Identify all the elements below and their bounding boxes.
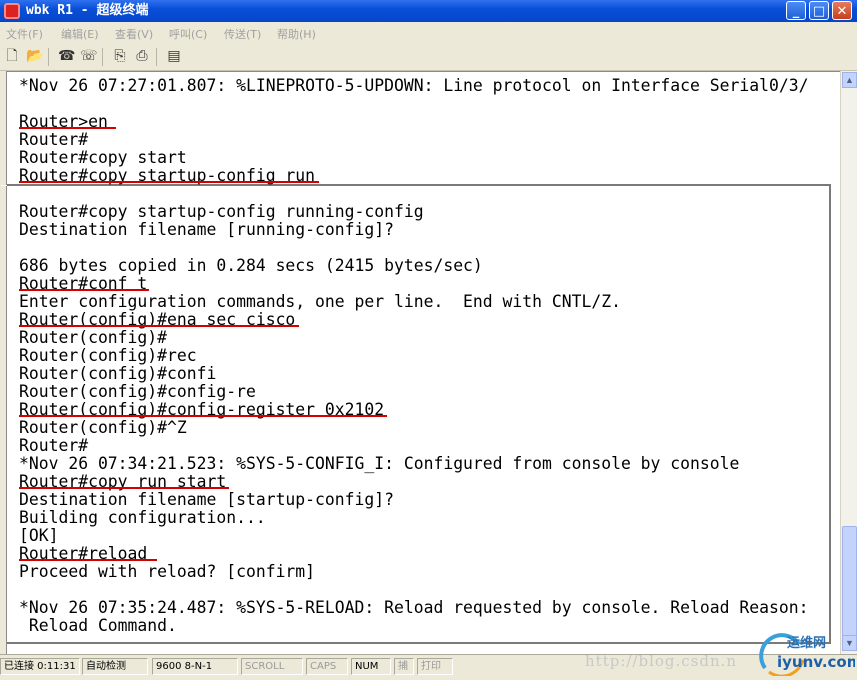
- terminal-window[interactable]: *Nov 26 07:27:01.807: %LINEPROTO-5-UPDOW…: [1, 71, 842, 655]
- status-scroll: SCROLL: [241, 658, 303, 675]
- terminal-line: Router(config)#config-re: [19, 382, 256, 401]
- annotation-underline: [19, 415, 387, 417]
- watermark-logo: 运维网 iyunv.com: [759, 633, 855, 676]
- terminal-line: *Nov 26 07:27:01.807: %LINEPROTO-5-UPDOW…: [19, 76, 809, 95]
- annotation-underline: [19, 487, 229, 489]
- menu-bar: 文件(F) 编辑(E) 查看(V) 呼叫(C) 传送(T) 帮助(H): [0, 22, 857, 44]
- terminal-line: Router(config)#: [19, 328, 168, 347]
- terminal-line: Destination filename [startup-config]?: [19, 490, 394, 509]
- close-button[interactable]: ✕: [832, 1, 852, 20]
- terminal-line: Destination filename [running-config]?: [19, 220, 394, 239]
- status-num: NUM: [351, 658, 391, 675]
- title-bar[interactable]: wbk R1 - 超级终端 _ □ ✕: [0, 0, 857, 22]
- terminal-line: Router(config)#rec: [19, 346, 197, 365]
- status-print: 打印: [417, 658, 453, 675]
- terminal-line: [OK]: [19, 526, 59, 545]
- terminal-line: Router(config)#confi: [19, 364, 217, 383]
- terminal-line: Router#: [19, 436, 89, 455]
- menu-file[interactable]: 文件(F): [6, 26, 43, 42]
- status-detect: 自动检测: [82, 658, 148, 675]
- menu-edit[interactable]: 编辑(E): [61, 26, 99, 42]
- terminal-line: Router(config)#^Z: [19, 418, 187, 437]
- watermark-logo-cn: 运维网: [787, 635, 826, 651]
- disconnect-icon[interactable]: ☎: [58, 49, 75, 64]
- minimize-button[interactable]: _: [786, 1, 806, 20]
- maximize-button[interactable]: □: [809, 1, 829, 20]
- send-icon[interactable]: ⎘: [112, 49, 128, 64]
- menu-view[interactable]: 查看(V): [115, 26, 153, 42]
- receive-icon[interactable]: ⎙: [134, 49, 150, 64]
- terminal-line: Router>en: [19, 112, 108, 131]
- menu-call[interactable]: 呼叫(C): [169, 26, 207, 42]
- toolbar-separator: [156, 48, 157, 66]
- toolbar-separator: [102, 48, 103, 66]
- terminal-line: Router#: [19, 130, 89, 149]
- terminal-line: Router#copy startup-config running-confi…: [19, 202, 424, 221]
- menu-help[interactable]: 帮助(H): [277, 26, 316, 42]
- vertical-scrollbar[interactable]: ▲ ▼: [840, 71, 857, 654]
- new-icon[interactable]: 🗋: [4, 49, 20, 64]
- hyperterminal-app-icon[interactable]: [4, 3, 20, 19]
- terminal-line: *Nov 26 07:34:21.523: %SYS-5-CONFIG_I: C…: [19, 454, 740, 473]
- terminal-line: *Nov 26 07:35:24.487: %SYS-5-RELOAD: Rel…: [19, 598, 809, 617]
- menu-transfer[interactable]: 传送(T): [224, 26, 261, 42]
- toolbar: 🗋 📂 ☎ ☏ ⎘ ⎙ ▤: [0, 44, 857, 71]
- connect-icon[interactable]: ☏: [80, 49, 98, 64]
- terminal-line: Reload Command.: [19, 616, 177, 635]
- status-connection-time: 已连接 0:11:31: [0, 658, 80, 675]
- status-port-params: 9600 8-N-1: [152, 658, 238, 675]
- open-icon[interactable]: 📂: [26, 49, 43, 64]
- annotation-underline: [19, 325, 299, 327]
- watermark-logo-en: iyunv.com: [777, 653, 855, 671]
- terminal-line: Router#copy start: [19, 148, 187, 167]
- scroll-up-button[interactable]: ▲: [842, 72, 857, 88]
- terminal-line: Enter configuration commands, one per li…: [19, 292, 621, 311]
- window-title: wbk R1 - 超级终端: [26, 3, 149, 18]
- toolbar-separator: [48, 48, 49, 66]
- terminal-output: *Nov 26 07:27:01.807: %LINEPROTO-5-UPDOW…: [19, 77, 808, 635]
- annotation-underline: [19, 559, 157, 561]
- terminal-line: Building configuration...: [19, 508, 266, 527]
- status-caps: CAPS: [306, 658, 348, 675]
- scroll-thumb[interactable]: [842, 526, 857, 636]
- status-capture: 捕: [394, 658, 414, 675]
- terminal-line: 686 bytes copied in 0.284 secs (2415 byt…: [19, 256, 483, 275]
- watermark-url: http://blog.csdn.n: [585, 652, 738, 670]
- annotation-underline: [19, 289, 149, 291]
- properties-icon[interactable]: ▤: [166, 49, 182, 64]
- terminal-line: Proceed with reload? [confirm]: [19, 562, 316, 581]
- annotation-underline: [19, 181, 319, 183]
- annotation-underline: [19, 127, 116, 129]
